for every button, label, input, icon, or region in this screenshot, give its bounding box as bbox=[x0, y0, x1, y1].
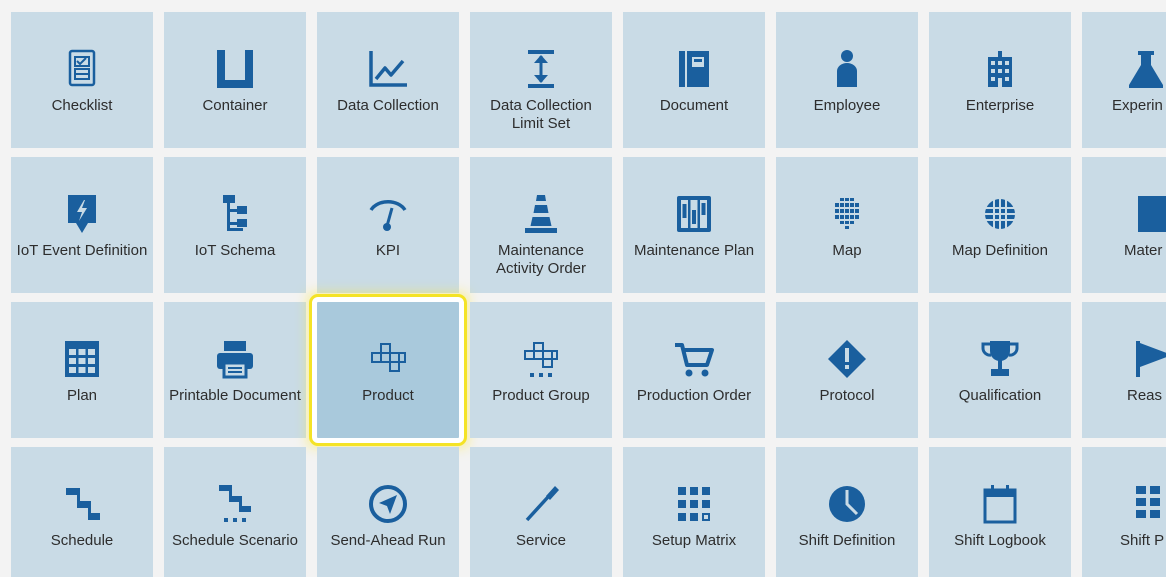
plan-calendar-icon bbox=[11, 338, 153, 380]
tile-label: Maintenance Activity Order bbox=[495, 242, 586, 277]
tile-enterprise[interactable]: Enterprise bbox=[929, 12, 1071, 148]
tile-shift-logbook[interactable]: Shift Logbook bbox=[929, 447, 1071, 577]
tile-material[interactable]: Mater bbox=[1082, 157, 1166, 293]
tile-map-definition[interactable]: Map Definition bbox=[929, 157, 1071, 293]
tile-label: Product Group bbox=[492, 387, 590, 404]
tile-service[interactable]: Service bbox=[470, 447, 612, 577]
printer-icon bbox=[164, 338, 306, 380]
tile-reason[interactable]: Reas bbox=[1082, 302, 1166, 438]
iot-schema-icon bbox=[164, 193, 306, 235]
product-group-icon bbox=[470, 338, 612, 380]
limit-set-icon bbox=[470, 48, 612, 90]
schedule-scenario-icon bbox=[164, 483, 306, 525]
tile-label: Service bbox=[515, 532, 567, 549]
experiment-flask-icon bbox=[1082, 48, 1166, 90]
tile-schedule[interactable]: Schedule bbox=[11, 447, 153, 577]
tile-label: Plan bbox=[66, 387, 98, 404]
navigation-arrow-icon bbox=[317, 483, 459, 525]
tile-label: IoT Event Definition bbox=[16, 242, 148, 259]
tile-data-collection-limit-set[interactable]: Data Collection Limit Set bbox=[470, 12, 612, 148]
tile-label: Map Definition bbox=[952, 242, 1048, 259]
enterprise-icon bbox=[929, 48, 1071, 90]
tile-label: Product bbox=[362, 387, 414, 404]
tile-setup-matrix[interactable]: Setup Matrix bbox=[623, 447, 765, 577]
product-icon bbox=[317, 338, 459, 380]
maintenance-plan-icon bbox=[623, 193, 765, 235]
tile-label: Map bbox=[832, 242, 862, 259]
tile-production-order[interactable]: Production Order bbox=[623, 302, 765, 438]
logbook-calendar-icon bbox=[929, 483, 1071, 525]
tile-label: Enterprise bbox=[965, 97, 1035, 114]
tile-label: Employee bbox=[813, 97, 881, 114]
tile-label: Schedule bbox=[50, 532, 114, 549]
tile-label: Shift P bbox=[1120, 532, 1165, 549]
tile-product[interactable]: Product bbox=[309, 294, 467, 446]
tile-label: KPI bbox=[375, 242, 401, 259]
map-definition-globe-icon bbox=[929, 193, 1071, 235]
container-icon bbox=[164, 48, 306, 90]
checklist-icon bbox=[11, 48, 153, 90]
entity-tile-grid: Checklist Container Data Collection Data… bbox=[0, 0, 1166, 577]
document-icon bbox=[623, 48, 765, 90]
cart-icon bbox=[623, 338, 765, 380]
flag-icon bbox=[1082, 338, 1166, 380]
tile-label: Production Order bbox=[636, 387, 752, 404]
tile-container[interactable]: Container bbox=[164, 12, 306, 148]
tile-data-collection[interactable]: Data Collection bbox=[317, 12, 459, 148]
kpi-gauge-icon bbox=[317, 193, 459, 235]
tile-document[interactable]: Document bbox=[623, 12, 765, 148]
screwdriver-icon bbox=[470, 483, 612, 525]
tile-label: Data Collection Limit Set bbox=[490, 97, 592, 132]
protocol-warning-icon bbox=[776, 338, 918, 380]
tile-label: Reas bbox=[1127, 387, 1163, 404]
shift-clock-icon bbox=[776, 483, 918, 525]
tile-label: Qualification bbox=[958, 387, 1042, 404]
tile-printable-document[interactable]: Printable Document bbox=[164, 302, 306, 438]
tile-map[interactable]: Map bbox=[776, 157, 918, 293]
material-icon bbox=[1082, 193, 1166, 235]
tile-checklist[interactable]: Checklist bbox=[11, 12, 153, 148]
tile-label: Document bbox=[659, 97, 729, 114]
setup-matrix-icon bbox=[623, 483, 765, 525]
tile-send-ahead-run[interactable]: Send-Ahead Run bbox=[317, 447, 459, 577]
tile-label: Shift Definition bbox=[798, 532, 896, 549]
traffic-cone-icon bbox=[470, 193, 612, 235]
tile-iot-event-definition[interactable]: IoT Event Definition bbox=[11, 157, 153, 293]
tile-label: Experin Definit bbox=[1112, 97, 1166, 114]
tile-label: Setup Matrix bbox=[651, 532, 737, 549]
tile-label: Send-Ahead Run bbox=[330, 532, 446, 549]
tile-label: Data Collection bbox=[337, 97, 439, 114]
tile-employee[interactable]: Employee bbox=[776, 12, 918, 148]
tile-iot-schema[interactable]: IoT Schema bbox=[164, 157, 306, 293]
tile-protocol[interactable]: Protocol bbox=[776, 302, 918, 438]
tile-shift-plan[interactable]: Shift P bbox=[1082, 447, 1166, 577]
map-globe-icon bbox=[776, 193, 918, 235]
schedule-icon bbox=[11, 483, 153, 525]
tile-label: Protocol bbox=[819, 387, 875, 404]
tile-experiment-definition[interactable]: Experin Definit bbox=[1082, 12, 1166, 148]
tile-label: Printable Document bbox=[169, 387, 301, 404]
tile-shift-definition[interactable]: Shift Definition bbox=[776, 447, 918, 577]
tile-label: Container bbox=[202, 97, 268, 114]
tile-qualification[interactable]: Qualification bbox=[929, 302, 1071, 438]
tile-kpi[interactable]: KPI bbox=[317, 157, 459, 293]
data-collection-icon bbox=[317, 48, 459, 90]
tile-schedule-scenario[interactable]: Schedule Scenario bbox=[164, 447, 306, 577]
tile-label: Checklist bbox=[51, 97, 113, 114]
tile-label: Mater bbox=[1124, 242, 1163, 259]
tile-maintenance-activity-order[interactable]: Maintenance Activity Order bbox=[470, 157, 612, 293]
employee-icon bbox=[776, 48, 918, 90]
tile-label: Shift Logbook bbox=[954, 532, 1046, 549]
tile-label: Schedule Scenario bbox=[172, 532, 298, 549]
tile-label: Maintenance Plan bbox=[633, 242, 755, 259]
shift-plan-icon bbox=[1082, 483, 1166, 525]
tile-plan[interactable]: Plan bbox=[11, 302, 153, 438]
tile-label: IoT Schema bbox=[194, 242, 276, 259]
tile-product-group[interactable]: Product Group bbox=[470, 302, 612, 438]
iot-event-icon bbox=[11, 193, 153, 235]
tile-maintenance-plan[interactable]: Maintenance Plan bbox=[623, 157, 765, 293]
trophy-icon bbox=[929, 338, 1071, 380]
